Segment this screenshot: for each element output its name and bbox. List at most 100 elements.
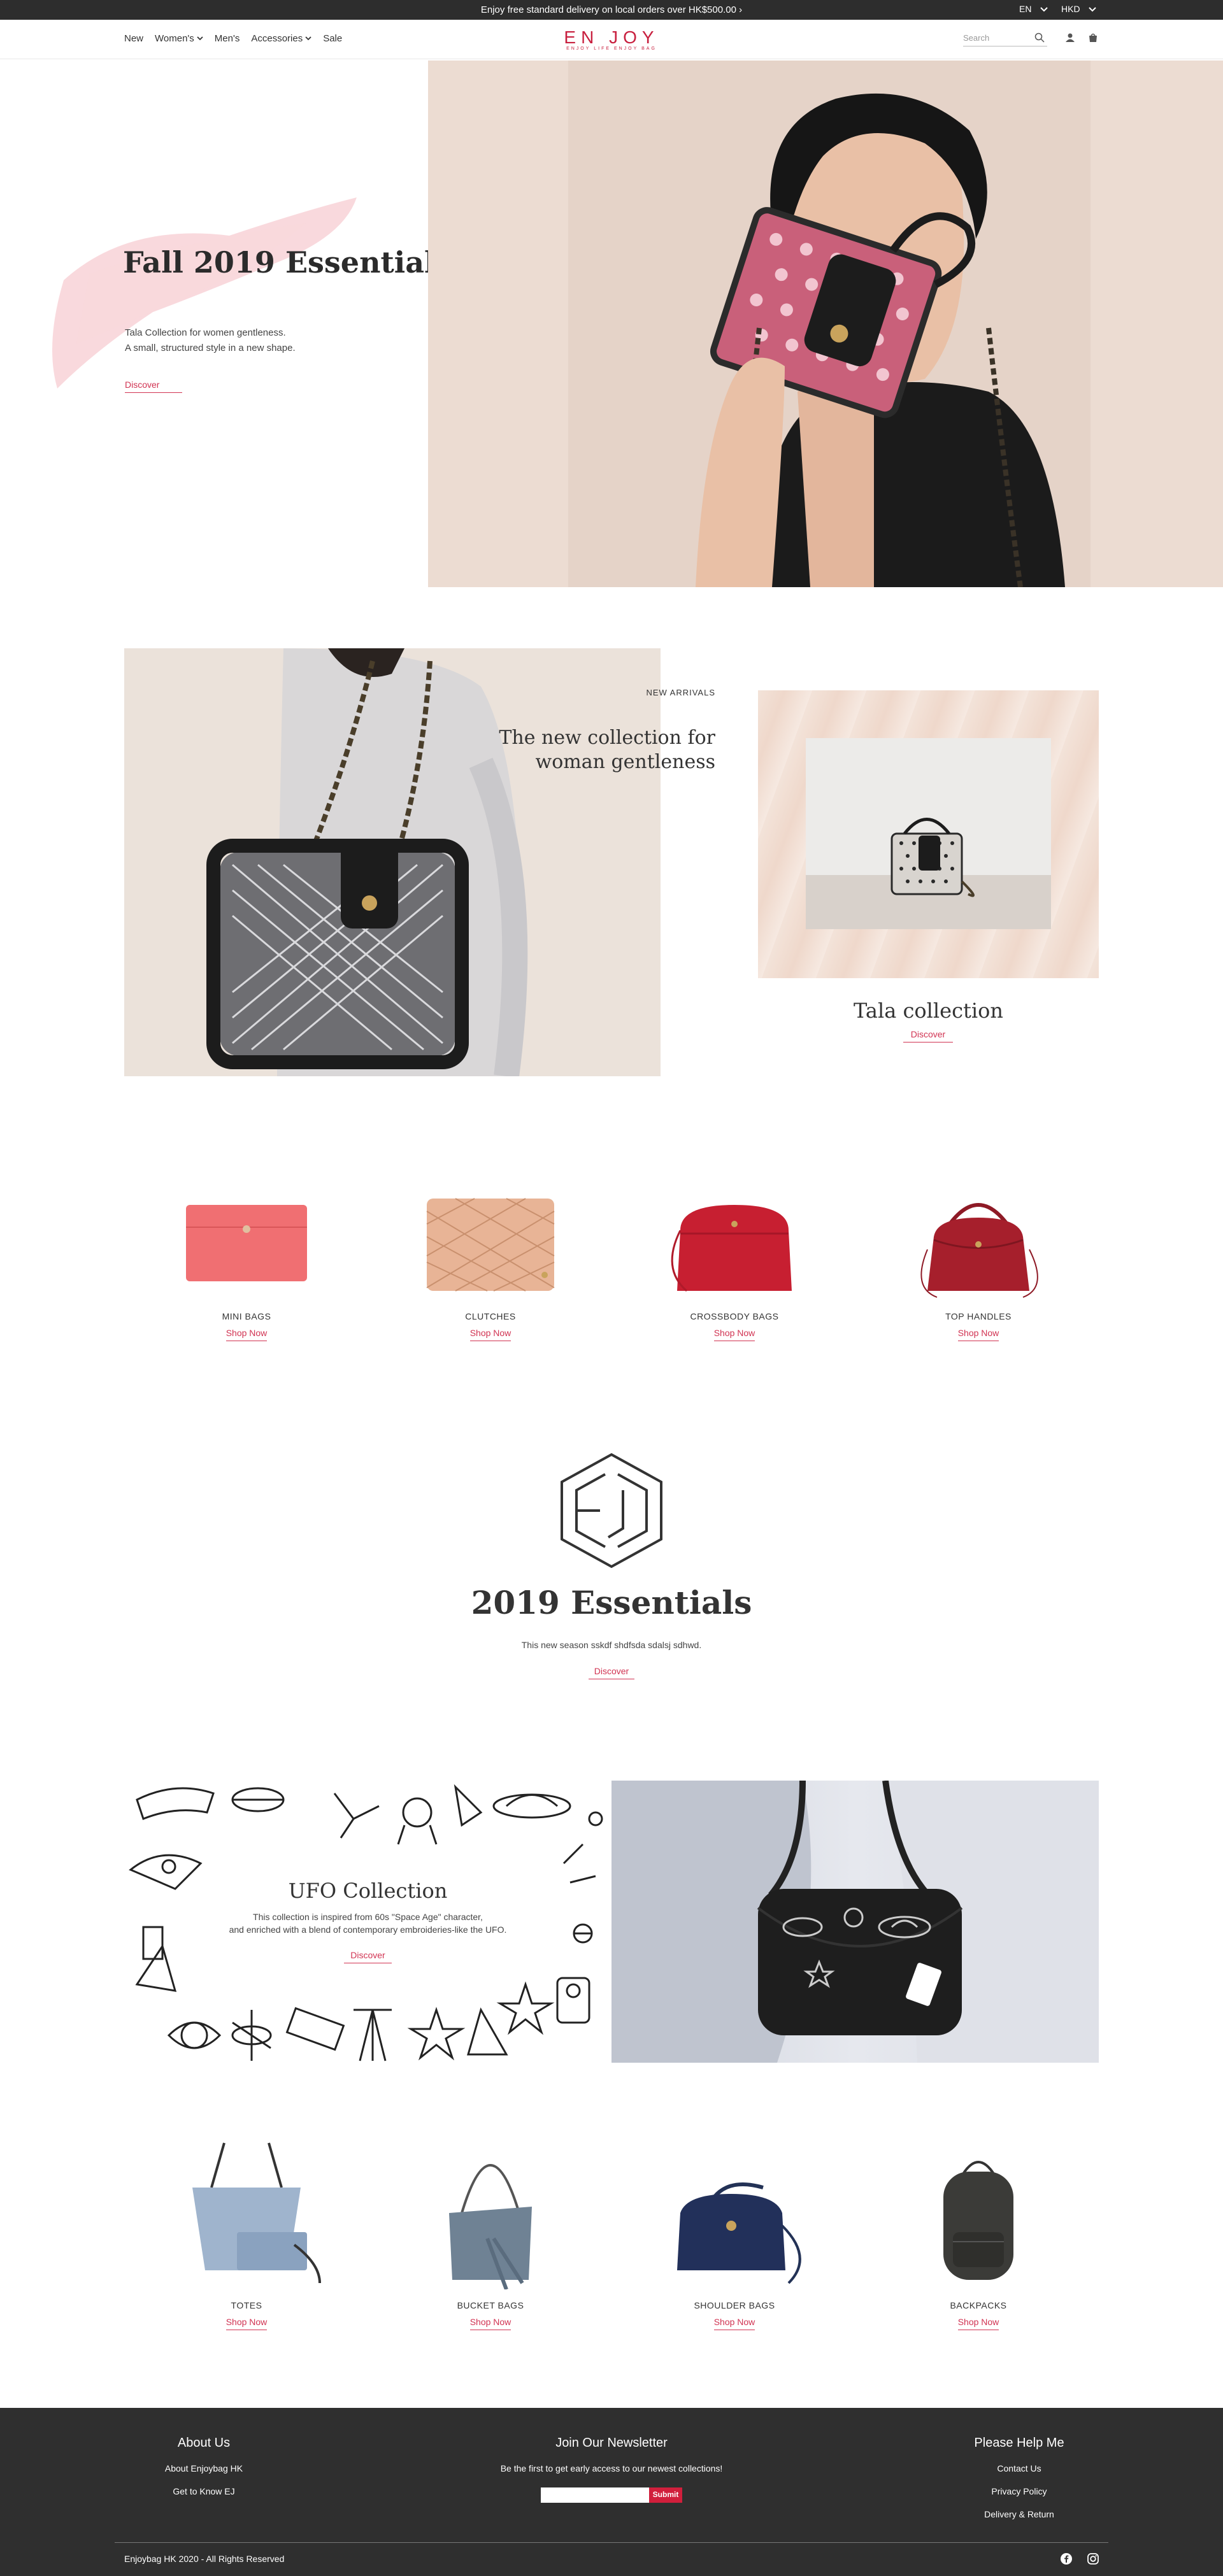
shop-now-link[interactable]: Shop Now [957,1328,999,1341]
nav-label: Sale [323,33,343,44]
shop-now-link[interactable]: Shop Now [713,2317,755,2330]
currency-selector[interactable]: HKD [1061,4,1097,14]
footer-link-privacy[interactable]: Privacy Policy [955,2486,1083,2496]
nav-label: Men's [214,33,240,44]
announcement-bar: Enjoy free standard delivery on local or… [0,0,1223,20]
chevron-down-icon [197,36,203,41]
footer-link-get-to-know[interactable]: Get to Know EJ [140,2486,268,2496]
ufo-bag-image[interactable] [612,1781,1099,2063]
category-card-shoulder-bags[interactable]: SHOULDER BAGS Shop Now [655,2137,814,2330]
ufo-collection-title: UFO Collection [288,1879,448,1903]
footer-about-title: About Us [177,2436,231,2450]
tote-bag-image [192,2142,321,2284]
hero-subtitle: Tala Collection for women gentleness. A … [125,325,296,356]
ufo-desc-line: This collection is inspired from 60s "Sp… [253,1912,483,1922]
instagram-icon[interactable] [1087,2552,1099,2565]
ufo-discover-link[interactable]: Discover [344,1950,392,1963]
footer-newsletter-column: Join Our Newsletter Be the first to get … [420,2436,803,2503]
hero-discover-link[interactable]: Discover [125,380,182,393]
ej-monogram-icon [561,1453,662,1569]
brush-stroke-decoration [52,197,357,388]
nav-label: New [124,33,144,44]
clutch-image [426,1198,555,1292]
category-name: MINI BAGS [222,1311,271,1321]
newsletter-email-field[interactable] [540,2487,649,2503]
new-arrivals-title-line: The new collection for [499,727,715,749]
footer-divider [115,2542,1108,2543]
tala-collection-image[interactable] [758,690,1099,978]
nav-item-mens[interactable]: Men's [215,33,240,44]
shop-now-link[interactable]: Shop Now [957,2317,999,2330]
footer-newsletter-title: Join Our Newsletter [555,2436,668,2450]
footer-link-contact[interactable]: Contact Us [955,2463,1083,2473]
logo-wordmark: EN JOY [564,27,659,47]
hero-title: Fall 2019 Essentials [123,245,452,280]
ufo-bag-illustration [612,1781,1099,2063]
nav-item-new[interactable]: New [124,33,143,44]
newsletter-submit-button[interactable]: Submit [648,2487,683,2503]
category-card-crossbody-bags[interactable]: CROSSBODY BAGS Shop Now [655,1186,814,1341]
category-name: CROSSBODY BAGS [690,1311,779,1321]
footer-link-delivery[interactable]: Delivery & Return [955,2509,1083,2519]
user-icon[interactable] [1065,32,1075,43]
crossbody-bag-image [671,1205,792,1292]
category-card-top-handles[interactable]: TOP HANDLES Shop Now [899,1186,1058,1341]
nav-item-sale[interactable]: Sale [323,33,342,44]
cart-icon[interactable] [1088,32,1098,43]
shop-now-link[interactable]: Shop Now [469,1328,511,1341]
new-arrivals-image[interactable] [124,648,661,1076]
shop-now-link[interactable]: Shop Now [713,1328,755,1341]
main-nav: New Women's Men's Accessories Sale [124,33,342,44]
mini-bag-image [186,1205,307,1281]
nav-item-womens[interactable]: Women's [155,33,203,44]
essentials-discover-link[interactable]: Discover [589,1666,634,1679]
ufo-desc-line: and enriched with a blend of contemporar… [229,1925,507,1935]
newsletter-form: Submit [420,2487,803,2503]
top-handle-bag-image [920,1203,1038,1298]
model-shoulder-bag-illustration [124,648,661,1076]
category-name: BUCKET BAGS [457,2300,524,2310]
hero-subtitle-line: Tala Collection for women gentleness. [125,327,286,338]
footer-help-column: Please Help Me Contact Us Privacy Policy… [955,2436,1083,2532]
shoulder-bag-image [677,2182,801,2284]
category-card-clutches[interactable]: CLUTCHES Shop Now [411,1186,570,1341]
shop-now-link[interactable]: Shop Now [469,2317,511,2330]
category-name: TOP HANDLES [945,1311,1012,1321]
language-selector[interactable]: EN [1019,4,1048,14]
new-arrivals-title-line: woman gentleness [535,751,715,773]
footer-copyright: Enjoybag HK 2020 - All Rights Reserved [124,2554,285,2564]
category-name: CLUTCHES [465,1311,516,1321]
essentials-title: 2019 Essentials [471,1584,752,1621]
category-name: BACKPACKS [950,2300,1007,2310]
model-with-bag-illustration [428,60,1223,587]
footer-newsletter-text: Be the first to get early access to our … [500,2463,723,2473]
essentials-subtitle: This new season sskdf shdfsda sdalsj sdh… [521,1640,702,1650]
nav-item-accessories[interactable]: Accessories [251,33,311,44]
category-card-mini-bags[interactable]: MINI BAGS Shop Now [167,1186,326,1341]
category-card-bucket-bags[interactable]: BUCKET BAGS Shop Now [411,2137,570,2330]
chevron-down-icon [1040,7,1048,12]
currency-label: HKD [1061,4,1080,14]
footer-about-column: About Us About Enjoybag HK Get to Know E… [140,2436,268,2509]
search-input[interactable]: Search [963,31,1047,46]
category-card-totes[interactable]: TOTES Shop Now [167,2137,326,2330]
chevron-right-icon: › [739,4,743,15]
category-name: SHOULDER BAGS [694,2300,775,2310]
footer-link-about[interactable]: About Enjoybag HK [140,2463,268,2473]
hero-image[interactable] [428,60,1223,587]
footer-help-title: Please Help Me [974,2436,1064,2450]
search-placeholder: Search [963,33,990,43]
site-header: New Women's Men's Accessories Sale EN JO… [0,20,1223,59]
shop-now-link[interactable]: Shop Now [225,1328,268,1341]
site-logo[interactable]: EN JOY ENJOY LIFE ENJOY BAG [554,27,669,51]
site-footer: About Us About Enjoybag HK Get to Know E… [0,2408,1223,2576]
category-card-backpacks[interactable]: BACKPACKS Shop Now [899,2137,1058,2330]
tala-discover-link[interactable]: Discover [903,1029,953,1042]
tala-collection-title: Tala collection [854,999,1003,1023]
search-icon[interactable] [1034,32,1045,43]
facebook-icon[interactable] [1060,2552,1073,2565]
promo-text: Enjoy free standard delivery on local or… [480,4,736,15]
new-arrivals-kicker: NEW ARRIVALS [646,688,715,697]
category-name: TOTES [231,2300,262,2310]
shop-now-link[interactable]: Shop Now [225,2317,268,2330]
